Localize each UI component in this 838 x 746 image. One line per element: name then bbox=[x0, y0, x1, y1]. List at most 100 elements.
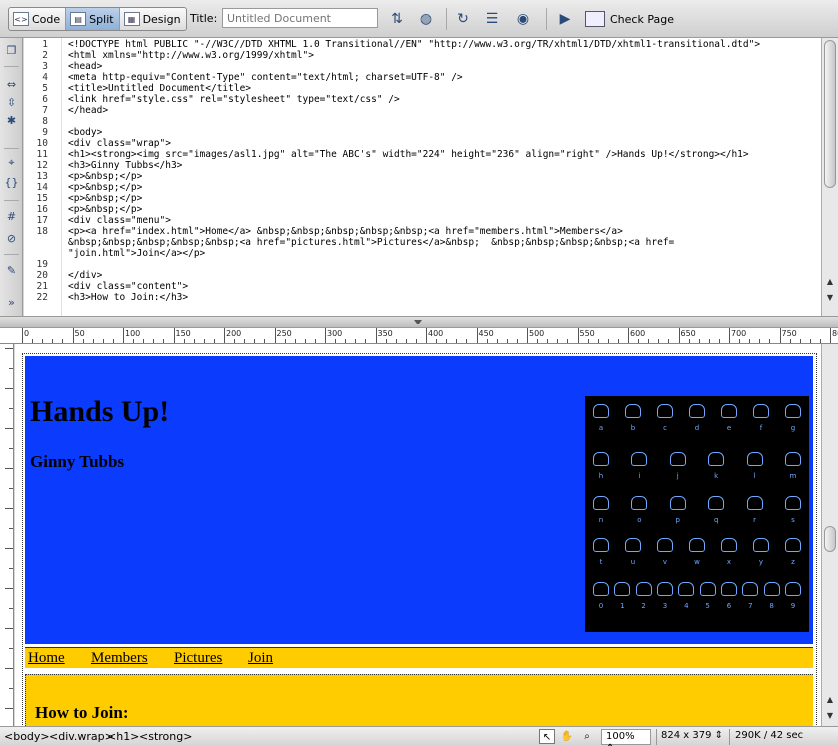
code-line[interactable]: </div> bbox=[68, 270, 102, 281]
ruler-minor-tick bbox=[143, 339, 145, 343]
tag-selector-h1[interactable]: <h1> bbox=[107, 730, 139, 743]
code-line[interactable]: <body> bbox=[68, 127, 102, 138]
menu-link-members[interactable]: Members bbox=[91, 650, 148, 667]
ruler-minor-tick bbox=[32, 339, 34, 343]
ruler-tick bbox=[9, 608, 13, 609]
code-line[interactable]: <p>&nbsp;</p> bbox=[68, 182, 142, 193]
asl-letter: 4 bbox=[684, 602, 689, 610]
ruler-major-tick bbox=[224, 328, 225, 343]
document-title-input[interactable] bbox=[222, 8, 378, 28]
code-scrollbar-thumb[interactable] bbox=[824, 40, 836, 188]
ruler-tick-label: 700 bbox=[731, 329, 747, 338]
collapse-tag-icon[interactable]: ⇔ bbox=[4, 78, 19, 92]
balance-braces-icon[interactable]: {} bbox=[4, 176, 19, 190]
asl-alphabet-image[interactable]: a b c d e f g h i j k l m n o p q r s t u v w x y z 0 1 2 3 4 5 6 7 8 9 bbox=[585, 396, 809, 632]
code-line[interactable]: <head> bbox=[68, 61, 102, 72]
preview-in-browser-icon[interactable]: ◍ bbox=[414, 9, 438, 29]
code-line[interactable]: &nbsp;&nbsp;&nbsp;&nbsp;&nbsp;<a href="p… bbox=[68, 237, 674, 248]
code-line[interactable]: <!DOCTYPE html PUBLIC "-//W3C//DTD XHTML… bbox=[68, 39, 760, 50]
hand-sign-icon bbox=[635, 582, 652, 596]
code-line[interactable]: <h1><strong><img src="images/asl1.jpg" a… bbox=[68, 149, 749, 160]
visual-aids-icon[interactable]: ◉ bbox=[510, 9, 536, 29]
page-heading[interactable]: Hands Up! bbox=[30, 395, 169, 429]
toolbar-divider bbox=[446, 8, 447, 30]
code-line[interactable]: <h3>Ginny Tubbs</h3> bbox=[68, 160, 182, 171]
code-line[interactable]: <div class="wrap"> bbox=[68, 138, 171, 149]
ruler-minor-tick bbox=[133, 339, 135, 343]
code-line[interactable]: "join.html">Join</a></p> bbox=[68, 248, 205, 259]
zoom-tool-icon[interactable]: ⌕ bbox=[579, 729, 595, 744]
select-tool-icon[interactable]: ↖ bbox=[539, 729, 555, 744]
split-divider[interactable] bbox=[0, 316, 838, 328]
expand-all-icon[interactable]: ✱ bbox=[4, 114, 19, 128]
menu-link-home[interactable]: Home bbox=[28, 650, 65, 667]
ruler-tick bbox=[5, 468, 13, 469]
ruler-minor-tick bbox=[244, 339, 246, 343]
scroll-up-arrow-icon[interactable]: ▲ bbox=[824, 276, 836, 288]
ruler-minor-tick bbox=[365, 339, 367, 343]
line-number: 14 bbox=[36, 182, 48, 193]
code-line[interactable]: <div class="menu"> bbox=[68, 215, 171, 226]
author-name[interactable]: Ginny Tubbs bbox=[30, 452, 124, 472]
ruler-minor-tick bbox=[537, 339, 539, 343]
collapse-selection-icon[interactable]: ⇳ bbox=[4, 96, 19, 110]
view-options-icon[interactable]: ☰ bbox=[480, 9, 504, 29]
tag-selector-div-wrap[interactable]: <div.wrap> bbox=[49, 730, 114, 743]
ruler-minor-tick bbox=[82, 339, 84, 343]
open-documents-icon[interactable]: ❐ bbox=[4, 44, 19, 58]
window-size-select[interactable]: 824 x 379 ⇕ bbox=[661, 730, 723, 741]
menu-link-join[interactable]: Join bbox=[248, 650, 273, 667]
header-block[interactable]: Hands Up! Ginny Tubbs a b c d e f g h i j k l m n o p q r… bbox=[25, 356, 813, 644]
design-view-button[interactable]: ▦ Design bbox=[120, 8, 186, 30]
asl-letter: g bbox=[790, 424, 796, 432]
asl-letter-row: a b c d e f g bbox=[593, 424, 801, 432]
refresh-icon[interactable]: ↻ bbox=[453, 9, 473, 29]
content-heading[interactable]: How to Join: bbox=[35, 703, 129, 723]
scroll-up-arrow-icon[interactable]: ▲ bbox=[824, 694, 836, 706]
scroll-down-arrow-icon[interactable]: ▼ bbox=[824, 710, 836, 722]
validate-markup-icon[interactable]: ▶ bbox=[553, 9, 577, 29]
check-page-button[interactable]: Check Page bbox=[585, 9, 674, 29]
scroll-down-arrow-icon[interactable]: ▼ bbox=[824, 292, 836, 304]
code-view-label: Code bbox=[32, 12, 61, 26]
split-view-button[interactable]: ▤ Split bbox=[66, 8, 120, 30]
select-parent-tag-icon[interactable]: ⌖ bbox=[4, 156, 19, 170]
line-numbers-icon[interactable]: # bbox=[4, 210, 19, 224]
code-line[interactable]: <p>&nbsp;</p> bbox=[68, 204, 142, 215]
ruler-minor-tick bbox=[486, 339, 488, 343]
apply-comment-icon[interactable]: ✎ bbox=[4, 264, 19, 278]
code-line[interactable]: <p>&nbsp;</p> bbox=[68, 171, 142, 182]
file-management-icon[interactable]: ⇅ bbox=[386, 9, 408, 29]
zoom-level-select[interactable]: 100% ⇕ bbox=[601, 729, 651, 746]
hand-sign-icon bbox=[657, 538, 673, 552]
code-line[interactable]: <html xmlns="http://www.w3.org/1999/xhtm… bbox=[68, 50, 314, 61]
menu-link-pictures[interactable]: Pictures bbox=[174, 650, 222, 667]
ruler-minor-tick bbox=[436, 339, 438, 343]
hand-sign-icon bbox=[593, 404, 609, 418]
tag-selector-body[interactable]: <body> bbox=[4, 730, 50, 743]
code-line[interactable]: <h3>How to Join:</h3> bbox=[68, 292, 188, 303]
code-line[interactable]: <meta http-equiv="Content-Type" content=… bbox=[68, 72, 463, 83]
code-line[interactable]: <link href="style.css" rel="stylesheet" … bbox=[68, 94, 400, 105]
design-scrollbar[interactable]: ▲ ▼ bbox=[821, 344, 838, 726]
code-line[interactable]: <p>&nbsp;</p> bbox=[68, 193, 142, 204]
ruler-minor-tick bbox=[294, 339, 296, 343]
asl-letter: 8 bbox=[769, 602, 774, 610]
design-scrollbar-thumb[interactable] bbox=[824, 526, 836, 552]
hand-tool-icon[interactable]: ✋ bbox=[559, 729, 575, 744]
code-view-button[interactable]: <> Code bbox=[9, 8, 67, 30]
highlight-invalid-code-icon[interactable]: ⊘ bbox=[4, 232, 19, 246]
toolbar-divider bbox=[4, 148, 19, 149]
code-line[interactable]: <title>Untitled Document</title> bbox=[68, 83, 251, 94]
code-view[interactable]: 1 <!DOCTYPE html PUBLIC "-//W3C//DTD XHTM… bbox=[24, 38, 821, 316]
ruler-major-tick bbox=[830, 328, 831, 343]
code-line[interactable]: <p><a href="index.html">Home</a> &nbsp;&… bbox=[68, 226, 623, 237]
code-scrollbar[interactable]: ▲ ▼ bbox=[821, 38, 838, 316]
div-wrap[interactable]: Hands Up! Ginny Tubbs a b c d e f g h i j k l m n o p q r… bbox=[22, 353, 817, 726]
tag-selector-strong[interactable]: <strong> bbox=[139, 730, 192, 743]
code-line[interactable]: </head> bbox=[68, 105, 108, 116]
more-tools-icon[interactable]: » bbox=[4, 296, 19, 310]
design-view[interactable]: Hands Up! Ginny Tubbs a b c d e f g h i j k l m n o p q r… bbox=[15, 344, 821, 726]
code-line[interactable]: <div class="content"> bbox=[68, 281, 188, 292]
content-block[interactable]: How to Join: bbox=[25, 674, 813, 726]
